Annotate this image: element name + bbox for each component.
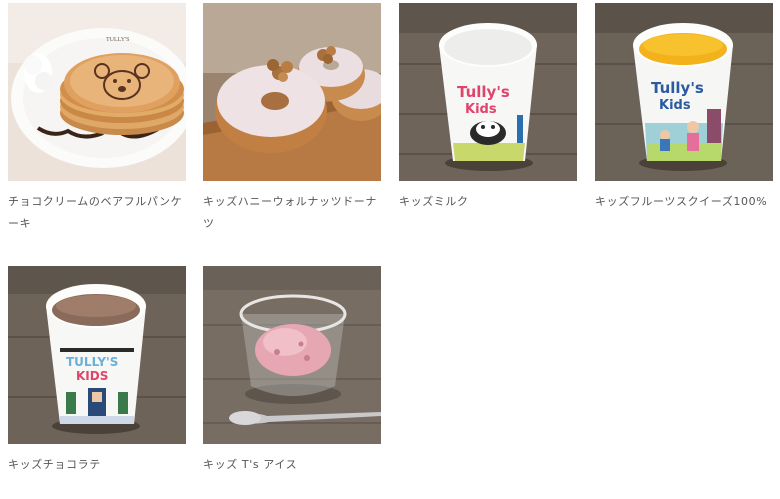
pancake-photo[interactable]: TULLY'S (8, 3, 186, 181)
svg-text:KIDS: KIDS (76, 369, 108, 383)
milk-cup-photo[interactable]: Tully's Kids (399, 3, 577, 181)
donut-photo[interactable] (203, 3, 381, 181)
menu-item-pancake[interactable]: TULLY'S チョコクリームのベアフルパンケーキ (8, 3, 186, 235)
menu-item-name[interactable]: キッズ T's アイス (203, 454, 381, 476)
menu-item-name[interactable]: キッズハニーウォルナッツドーナツ (203, 191, 381, 235)
menu-item-name[interactable]: キッズチョコラテ (8, 454, 186, 476)
chocolate-latte-cup-photo[interactable]: TULLY'S KIDS (8, 266, 186, 444)
menu-item-ice-cream[interactable]: キッズ T's アイス (203, 266, 381, 476)
menu-item-milk[interactable]: Tully's Kids キッズミルク (399, 3, 577, 213)
menu-item-juice[interactable]: Tully's Kids キッズフルーツスクイーズ100% (595, 3, 773, 213)
menu-item-donut[interactable]: キッズハニーウォルナッツドーナツ (203, 3, 381, 235)
svg-text:Kids: Kids (465, 102, 497, 117)
svg-text:Tully's: Tully's (457, 83, 510, 101)
svg-text:Kids: Kids (659, 98, 691, 113)
svg-text:Tully's: Tully's (651, 79, 704, 97)
menu-item-name[interactable]: キッズフルーツスクイーズ100% (595, 191, 773, 213)
ice-cream-photo[interactable] (203, 266, 381, 444)
svg-text:TULLY'S: TULLY'S (106, 37, 129, 43)
juice-cup-photo[interactable]: Tully's Kids (595, 3, 773, 181)
svg-text:TULLY'S: TULLY'S (66, 355, 118, 369)
menu-item-name[interactable]: チョコクリームのベアフルパンケーキ (8, 191, 186, 235)
menu-item-chocolate-latte[interactable]: TULLY'S KIDS キッズチョコラテ (8, 266, 186, 476)
menu-item-name[interactable]: キッズミルク (399, 191, 577, 213)
